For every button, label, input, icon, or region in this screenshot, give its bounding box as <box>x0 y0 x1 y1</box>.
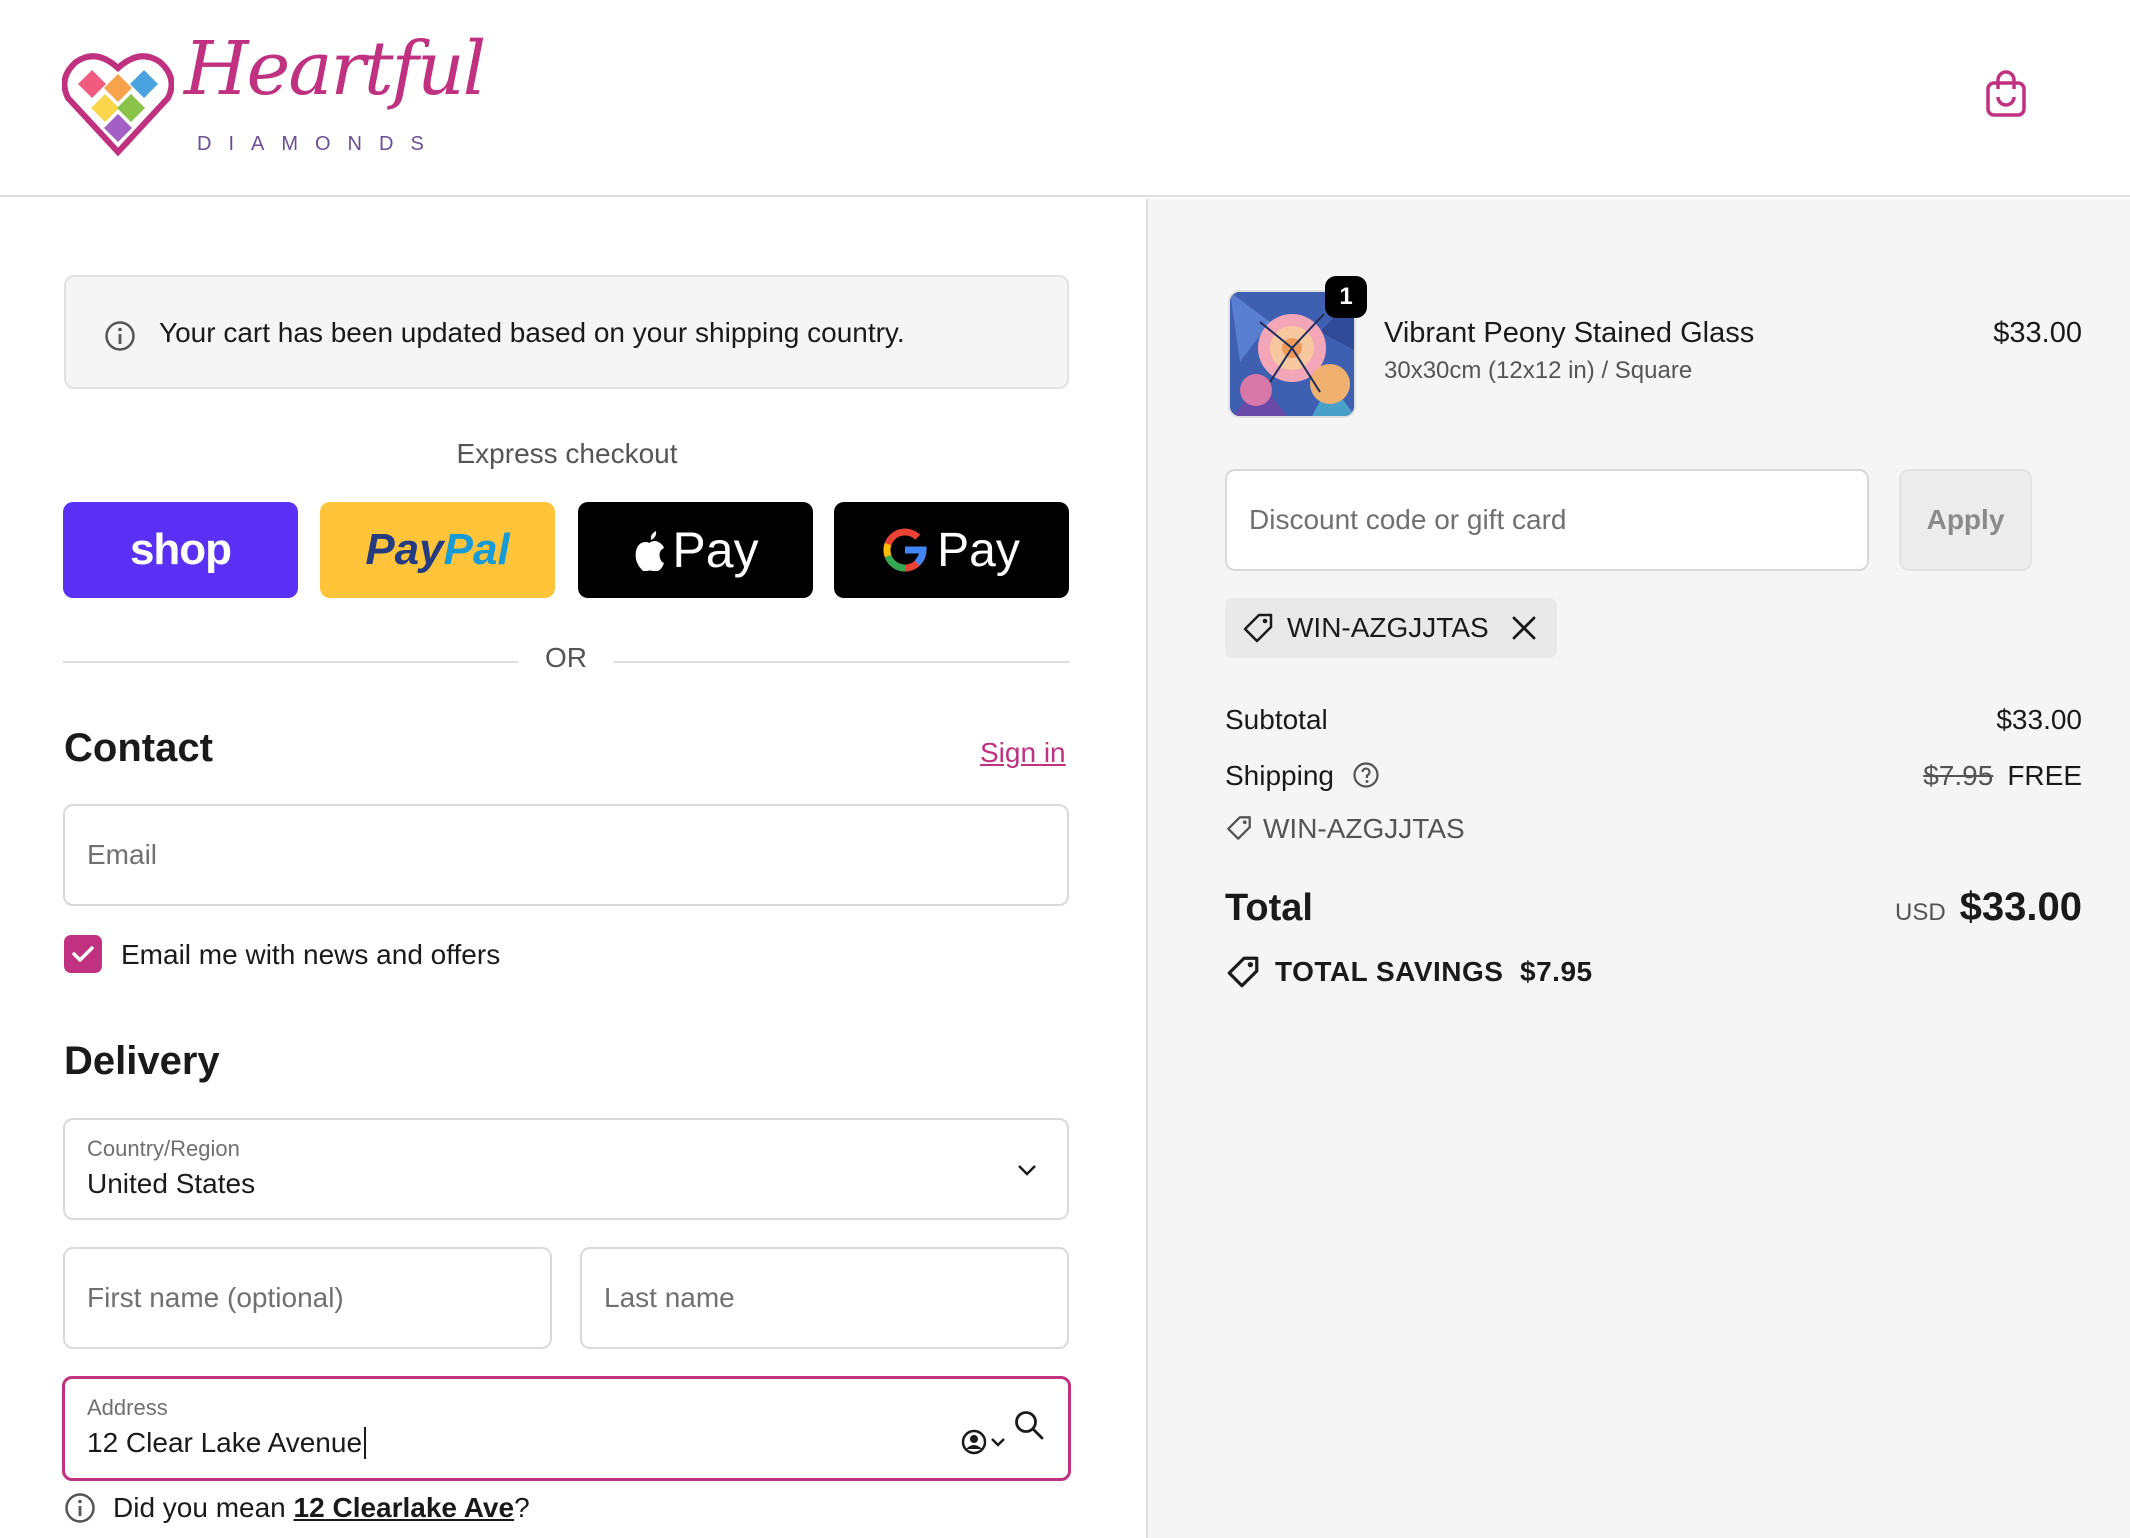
country-value: United States <box>87 1168 256 1199</box>
tag-icon <box>1227 816 1251 840</box>
shop-pay-label: shop <box>129 525 232 574</box>
shipping-value-row: $7.95 FREE <box>1923 760 2082 792</box>
newsletter-label: Email me with news and offers <box>121 939 501 970</box>
shipping-label: Shipping <box>1225 760 1334 791</box>
shipping-discount-code: WIN-AZGJJTAS <box>1263 813 1465 844</box>
heart-gem-icon <box>62 53 174 157</box>
discount-placeholder: Discount code or gift card <box>1249 504 1567 535</box>
checkout-form: Your cart has been updated based on your… <box>0 199 1146 1538</box>
total-label: Total <box>1225 887 1313 929</box>
first-name-field[interactable]: First name (optional) <box>63 1247 552 1349</box>
total-value-row: USD $33.00 <box>1895 885 2082 930</box>
site-header: Heartful DIAMONDS <box>0 0 2130 197</box>
apple-pay-label: Pay <box>672 522 759 578</box>
applied-code-label: WIN-AZGJJTAS <box>1287 612 1489 643</box>
or-label: OR <box>545 642 587 673</box>
newsletter-checkbox[interactable] <box>64 935 102 973</box>
email-field[interactable]: Email <box>63 804 1069 906</box>
last-name-field[interactable]: Last name <box>580 1247 1069 1349</box>
product-price: $33.00 <box>1993 317 2082 349</box>
cart-button[interactable] <box>1985 70 2027 118</box>
savings-value: $7.95 <box>1520 956 1593 987</box>
product-variant: 30x30cm (12x12 in) / Square <box>1384 357 1693 384</box>
google-pay-label: Pay <box>937 523 1020 577</box>
apply-discount-button[interactable]: Apply <box>1899 469 2032 571</box>
apple-pay-button[interactable]: Pay <box>578 502 813 598</box>
paypal-label-pay: Pay <box>365 525 444 574</box>
subtotal-value: $33.00 <box>1996 704 2082 735</box>
paypal-button[interactable]: Pay Pal <box>320 502 555 598</box>
product-name: Vibrant Peony Stained Glass <box>1384 317 1755 349</box>
delivery-heading: Delivery <box>64 1039 220 1083</box>
address-autofill-icon[interactable] <box>961 1427 1009 1459</box>
suggestion-suffix: ? <box>514 1492 530 1523</box>
suggested-address-link[interactable]: 12 Clearlake Ave <box>294 1492 515 1523</box>
quantity-badge: 1 <box>1325 276 1367 318</box>
order-summary: 1 Vibrant Peony Stained Glass 30x30cm (1… <box>1146 199 2130 1538</box>
help-circle-icon[interactable] <box>1352 761 1380 789</box>
google-g-icon <box>883 528 927 572</box>
total-value: $33.00 <box>1959 885 2082 929</box>
apple-icon <box>636 531 665 571</box>
shipping-value: FREE <box>2007 760 2082 791</box>
google-pay-button[interactable]: Pay <box>834 502 1069 598</box>
country-label: Country/Region <box>87 1136 240 1161</box>
total-savings: TOTAL SAVINGS $7.95 <box>1275 956 1593 988</box>
heartful-diamonds-logo[interactable]: Heartful DIAMONDS <box>62 26 486 164</box>
chevron-down-icon <box>1018 1165 1036 1176</box>
search-icon[interactable] <box>1013 1409 1045 1441</box>
notice-text: Your cart has been updated based on your… <box>159 317 905 348</box>
info-icon <box>105 321 135 351</box>
discount-code-field[interactable]: Discount code or gift card <box>1225 469 1869 571</box>
first-name-placeholder: First name (optional) <box>87 1282 344 1313</box>
shipping-row: Shipping <box>1225 760 1380 792</box>
last-name-placeholder: Last name <box>604 1282 735 1313</box>
logo-subtitle: DIAMONDS <box>197 133 441 155</box>
express-checkout-title: Express checkout <box>456 438 678 469</box>
or-divider: OR <box>63 642 1069 682</box>
checkmark-icon <box>72 946 94 962</box>
info-icon <box>65 1493 95 1523</box>
savings-tag-icon <box>1227 956 1259 988</box>
email-placeholder: Email <box>87 839 158 870</box>
savings-label: TOTAL SAVINGS <box>1275 956 1504 987</box>
total-currency: USD <box>1894 899 1946 926</box>
close-icon[interactable] <box>1511 615 1537 641</box>
address-suggestion: Did you mean 12 Clearlake Ave? <box>64 1492 530 1524</box>
shop-pay-button[interactable]: shop <box>63 502 298 598</box>
address-label: Address <box>87 1395 168 1420</box>
subtotal-label: Subtotal <box>1225 704 1328 735</box>
country-select[interactable]: Country/Region United States <box>63 1118 1069 1220</box>
suggestion-prefix: Did you mean <box>113 1492 294 1523</box>
contact-heading: Contact <box>64 726 213 770</box>
paypal-label-pal: Pal <box>443 525 510 574</box>
shopping-bag-icon <box>1986 70 2026 117</box>
logo-wordmark: Heartful <box>184 26 486 112</box>
cart-updated-notice: Your cart has been updated based on your… <box>64 275 1069 389</box>
applied-discount-chip: WIN-AZGJJTAS <box>1225 598 1557 658</box>
address-field[interactable]: Address 12 Clear Lake Avenue <box>62 1376 1071 1481</box>
shipping-discount-row: WIN-AZGJJTAS <box>1225 813 1465 845</box>
address-value: 12 Clear Lake Avenue <box>87 1427 367 1459</box>
tag-icon <box>1243 613 1273 643</box>
shipping-original-price: $7.95 <box>1923 760 1994 791</box>
sign-in-link[interactable]: Sign in <box>980 737 1066 769</box>
